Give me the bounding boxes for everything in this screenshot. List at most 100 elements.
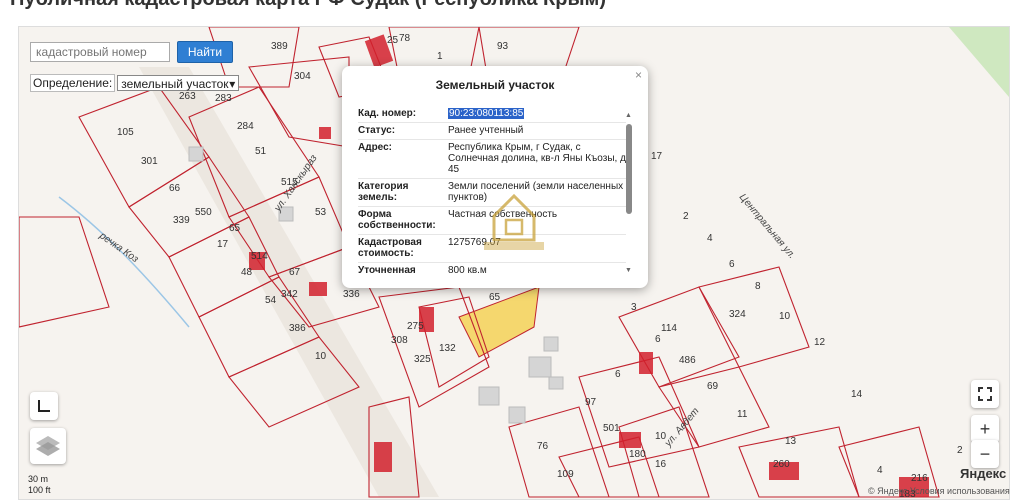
plot-label: 515 (281, 177, 298, 188)
plot-label: 325 (414, 354, 431, 365)
scale-metric: 30 m (28, 474, 49, 484)
plot-label: 76 (537, 441, 549, 452)
popup-row: Уточненная площадь: 800 кв.м (358, 263, 626, 278)
plot-label: 17 (217, 239, 229, 250)
definition-select[interactable]: земельный участок ▾ (117, 75, 240, 91)
plot-label: 260 (773, 459, 790, 470)
plot-label: 65 (489, 292, 501, 303)
plot-label: 132 (439, 343, 456, 354)
plot-label: 4 (877, 465, 883, 476)
row-key: Форма собственности: (358, 209, 436, 231)
row-key: Статус: (358, 125, 396, 136)
plot-label: 8 (755, 281, 761, 292)
plot-label: 6 (655, 334, 661, 345)
plot-label: 12 (814, 337, 826, 348)
yandex-logo: Яндекс (960, 466, 1007, 481)
plot-label: 16 (655, 459, 667, 470)
layers-icon (36, 436, 60, 456)
plot-label: 6 (615, 369, 621, 380)
plot-label: 386 (289, 323, 306, 334)
chevron-down-icon: ▾ (229, 77, 236, 91)
definition-row: Определение: земельный участок ▾ (30, 74, 240, 92)
plot-label: 342 (281, 289, 298, 300)
street-label-avdet: ул. Авдет (662, 406, 701, 450)
row-value: Республика Крым, г Судак, с Солнечная до… (448, 142, 626, 175)
scroll-down-icon[interactable]: ▼ (625, 267, 632, 274)
plot-label: 105 (117, 127, 134, 138)
plot-label: 486 (679, 355, 696, 366)
scroll-thumb[interactable] (626, 124, 632, 214)
definition-label: Определение: (30, 74, 116, 92)
plot-label: 54 (265, 295, 277, 306)
plot-label: 2 (683, 211, 689, 222)
row-value: 800 кв.м (448, 265, 487, 276)
plot-label: 69 (707, 381, 719, 392)
plot-label: 308 (391, 335, 408, 346)
plot-info-popup: × Земельный участок Кад. номер: 90:23:08… (342, 66, 648, 288)
plot-label: 3 (631, 302, 637, 313)
map-scale: 30 m 100 ft (28, 474, 51, 496)
plot-label: 336 (343, 289, 360, 300)
plot-label: 114 (661, 323, 677, 334)
plot-label: 550 (195, 207, 212, 218)
row-key: Категория земель: (358, 181, 409, 203)
plot-label: 67 (289, 267, 301, 278)
ruler-button[interactable] (30, 392, 58, 420)
plot-label: 324 (729, 309, 746, 320)
plot-label: 65 (229, 223, 241, 234)
plot-label: 10 (315, 351, 327, 362)
plot-label: 263 (179, 91, 196, 102)
plot-label: 78 (399, 33, 411, 44)
definition-selected-value: земельный участок (121, 77, 229, 91)
fullscreen-button[interactable] (971, 380, 999, 408)
row-key: Кад. номер: (358, 108, 417, 119)
scale-imperial: 100 ft (28, 485, 51, 495)
popup-row: Адрес: Республика Крым, г Судак, с Солне… (358, 140, 626, 179)
plot-label: 301 (141, 156, 158, 167)
plot-label: 25 (387, 35, 399, 46)
row-key: Адрес: (358, 142, 392, 153)
fullscreen-icon (978, 387, 992, 401)
plot-label: 1 (437, 51, 443, 62)
scroll-up-icon[interactable]: ▲ (625, 112, 632, 119)
plot-label: 14 (851, 389, 863, 400)
plot-label: 10 (655, 431, 667, 442)
plot-label: 180 (629, 449, 646, 460)
plot-label: 13 (785, 436, 797, 447)
zoom-out-button[interactable]: − (971, 440, 999, 468)
plot-label: 304 (294, 71, 311, 82)
plot-label: 216 (911, 473, 928, 484)
plot-label: 97 (585, 397, 597, 408)
plot-label: 66 (169, 183, 181, 194)
plot-label: 514 (251, 251, 268, 262)
popup-row: Статус: Ранее учтенный (358, 123, 626, 140)
row-key: Кадастровая стоимость: (358, 237, 422, 259)
cadastral-number-value[interactable]: 90:23:080113:85 (448, 108, 525, 119)
layers-button[interactable] (30, 428, 66, 464)
plot-label: 6 (729, 259, 735, 270)
popup-row: Кад. номер: 90:23:080113:85 (358, 106, 626, 123)
plot-label: 51 (255, 146, 267, 157)
cadastral-search-input[interactable] (30, 42, 170, 62)
plot-label: 339 (173, 215, 190, 226)
plot-label: 10 (779, 311, 791, 322)
popup-scrollbar[interactable]: ▲ ▼ (625, 112, 632, 274)
row-key: Уточненная площадь: (358, 265, 416, 278)
plot-label: 283 (215, 93, 232, 104)
plot-label: 53 (315, 207, 327, 218)
search-button[interactable]: Найти (177, 41, 233, 63)
row-value[interactable]: 90:23:080113:85 (448, 108, 626, 119)
zoom-in-button[interactable]: + (971, 415, 999, 443)
plot-label: 11 (737, 409, 748, 420)
plot-label: 109 (557, 469, 574, 480)
plot-label: 93 (497, 41, 509, 52)
plot-label: 48 (241, 267, 253, 278)
ruler-icon (38, 400, 50, 412)
plot-label: 501 (603, 423, 620, 434)
plot-label: 284 (237, 121, 254, 132)
plot-label: 17 (651, 151, 663, 162)
row-value: Ранее учтенный (448, 125, 524, 136)
plot-label: 2 (957, 445, 963, 456)
page-title: Публичная кадастровая карта РФ Судак (Ре… (10, 0, 606, 11)
terms-link[interactable]: © Яндекс Условия использования (868, 486, 1010, 496)
